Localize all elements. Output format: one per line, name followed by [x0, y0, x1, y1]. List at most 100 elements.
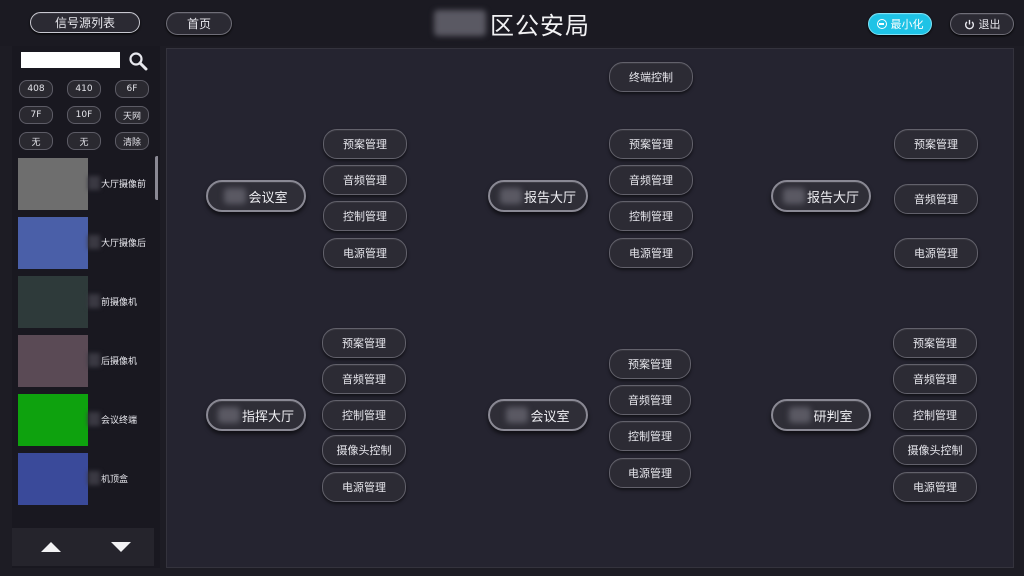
- source-label: 会议终端: [101, 415, 138, 426]
- search-icon[interactable]: [128, 51, 148, 71]
- room-control-button[interactable]: 控制管理: [609, 421, 691, 451]
- redacted-label-prefix: [88, 235, 100, 249]
- room-control-button[interactable]: 预案管理: [609, 129, 693, 159]
- redacted-district-name: [434, 10, 486, 36]
- scroll-down-icon[interactable]: [111, 542, 131, 552]
- room-control-button[interactable]: 音频管理: [322, 364, 406, 394]
- room-control-button[interactable]: 电源管理: [322, 472, 406, 502]
- power-icon: [964, 19, 974, 29]
- quick-filter-button[interactable]: 408: [19, 80, 53, 98]
- room-control-button[interactable]: 控制管理: [893, 400, 977, 430]
- room-control-button[interactable]: 控制管理: [323, 201, 407, 231]
- minimize-icon: [876, 19, 887, 29]
- room-button[interactable]: 会议室: [206, 180, 306, 212]
- control-panel: [166, 48, 1014, 568]
- quick-filter-button[interactable]: 清除: [115, 132, 149, 150]
- room-name: 会议室: [248, 190, 288, 206]
- list-scrollbar[interactable]: [155, 156, 158, 200]
- logout-button[interactable]: 退出: [950, 13, 1014, 35]
- source-thumbnail: [18, 158, 88, 210]
- signal-source-list: 大厅摄像前大厅摄像后前摄像机后摄像机会议终端机顶盒: [16, 156, 158, 518]
- redacted-room-prefix: [506, 407, 529, 423]
- redacted-label-prefix: [88, 412, 100, 426]
- redacted-label-prefix: [88, 471, 100, 485]
- search-input[interactable]: [21, 52, 120, 68]
- top-bar: 信号源列表 首页 区公安局 最小化 退出: [0, 0, 1024, 46]
- minimize-label: 最小化: [890, 18, 924, 31]
- minimize-button[interactable]: 最小化: [868, 13, 932, 35]
- source-thumbnail: [18, 217, 88, 269]
- quick-filter-button[interactable]: 无: [19, 132, 53, 150]
- room-control-button[interactable]: 预案管理: [322, 328, 406, 358]
- terminal-control-button[interactable]: 终端控制: [609, 62, 693, 92]
- signal-source-item[interactable]: 会议终端: [16, 392, 154, 446]
- room-control-button[interactable]: 音频管理: [893, 364, 977, 394]
- title-text: 区公安局: [490, 11, 590, 40]
- room-control-button[interactable]: 预案管理: [323, 129, 407, 159]
- redacted-room-prefix: [782, 188, 805, 204]
- redacted-label-prefix: [88, 353, 100, 367]
- room-control-button[interactable]: 音频管理: [609, 385, 691, 415]
- room-control-button[interactable]: 电源管理: [609, 458, 691, 488]
- redacted-room-prefix: [217, 407, 240, 423]
- quick-filter-button[interactable]: 无: [67, 132, 101, 150]
- room-control-button[interactable]: 预案管理: [609, 349, 691, 379]
- room-button[interactable]: 报告大厅: [488, 180, 588, 212]
- quick-filter-button[interactable]: 10F: [67, 106, 101, 124]
- scroll-up-icon[interactable]: [41, 542, 61, 552]
- room-control-button[interactable]: 控制管理: [322, 400, 406, 430]
- source-label: 大厅摄像后: [101, 238, 147, 249]
- redacted-room-prefix: [499, 188, 522, 204]
- signal-source-item[interactable]: 大厅摄像后: [16, 215, 154, 269]
- source-label: 后摄像机: [101, 356, 138, 367]
- room-control-button[interactable]: 电源管理: [893, 472, 977, 502]
- source-label-wrap: 机顶盒: [88, 451, 128, 505]
- room-name: 研判室: [813, 409, 853, 425]
- quick-filter-button[interactable]: 7F: [19, 106, 53, 124]
- quick-filter-button[interactable]: 410: [67, 80, 101, 98]
- room-control-button[interactable]: 电源管理: [323, 238, 407, 268]
- room-control-button[interactable]: 摄像头控制: [893, 435, 977, 465]
- quick-filter-button[interactable]: 6F: [115, 80, 149, 98]
- source-label-wrap: 大厅摄像后: [88, 215, 146, 269]
- signal-source-item[interactable]: 机顶盒: [16, 451, 154, 505]
- source-thumbnail: [18, 453, 88, 505]
- signal-source-item[interactable]: 后摄像机: [16, 333, 154, 387]
- redacted-label-prefix: [88, 294, 100, 308]
- room-button[interactable]: 研判室: [771, 399, 871, 431]
- room-control-button[interactable]: 音频管理: [894, 184, 978, 214]
- list-pager: [12, 528, 154, 566]
- room-button[interactable]: 报告大厅: [771, 180, 871, 212]
- signal-source-item[interactable]: 前摄像机: [16, 274, 154, 328]
- redacted-label-prefix: [88, 176, 100, 190]
- room-control-button[interactable]: 控制管理: [609, 201, 693, 231]
- source-label: 机顶盒: [101, 474, 129, 485]
- redacted-room-prefix: [224, 188, 247, 204]
- logout-label: 退出: [978, 18, 1001, 31]
- source-label-wrap: 前摄像机: [88, 274, 137, 328]
- source-thumbnail: [18, 335, 88, 387]
- room-control-button[interactable]: 音频管理: [609, 165, 693, 195]
- source-label-wrap: 后摄像机: [88, 333, 137, 387]
- room-control-button[interactable]: 预案管理: [893, 328, 977, 358]
- room-name: 报告大厅: [523, 190, 576, 206]
- room-name: 会议室: [530, 409, 570, 425]
- source-label: 前摄像机: [101, 297, 138, 308]
- room-name: 报告大厅: [806, 190, 859, 206]
- signal-source-sidebar: 408 410 6F 7F 10F 天网无无清除 大厅摄像前 大厅摄像后 前摄像机 后摄像机 会议…: [12, 46, 160, 568]
- page-title: 区公安局: [434, 6, 590, 41]
- signal-source-item[interactable]: 大厅摄像前: [16, 156, 154, 210]
- room-control-button[interactable]: 预案管理: [894, 129, 978, 159]
- room-button[interactable]: 会议室: [488, 399, 588, 431]
- source-label: 大厅摄像前: [101, 179, 147, 190]
- source-thumbnail: [18, 394, 88, 446]
- source-thumbnail: [18, 276, 88, 328]
- room-control-button[interactable]: 音频管理: [323, 165, 407, 195]
- room-button[interactable]: 指挥大厅: [206, 399, 306, 431]
- room-control-button[interactable]: 电源管理: [609, 238, 693, 268]
- room-control-button[interactable]: 电源管理: [894, 238, 978, 268]
- room-name: 指挥大厅: [241, 409, 294, 425]
- quick-filter-button[interactable]: 天网: [115, 106, 149, 124]
- room-control-button[interactable]: 摄像头控制: [322, 435, 406, 465]
- source-label-wrap: 会议终端: [88, 392, 137, 446]
